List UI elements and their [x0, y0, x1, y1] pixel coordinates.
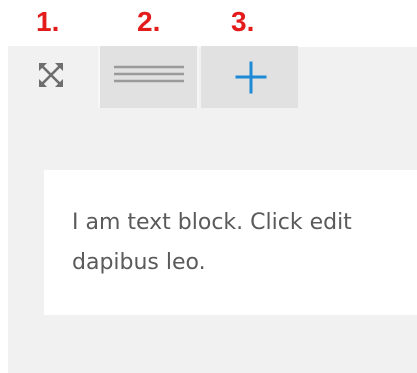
- step-label-1: 1.: [36, 6, 60, 37]
- plus-icon: [235, 61, 267, 94]
- text-block-line-1: I am text block. Click edit: [72, 210, 352, 235]
- drag-handle-icon: [114, 65, 184, 83]
- text-block-line-2: dapibus leo.: [72, 250, 206, 275]
- editor-widget-stage: 1. 2. 3. I am text block. Click edit dap…: [0, 0, 417, 373]
- step-label-2: 2.: [137, 6, 161, 37]
- expand-arrows-icon: [39, 63, 63, 87]
- step-label-3: 3.: [231, 6, 255, 37]
- add-button[interactable]: [201, 46, 298, 108]
- expand-button[interactable]: [8, 46, 98, 108]
- drag-handle-button[interactable]: [98, 46, 199, 108]
- text-block[interactable]: I am text block. Click edit dapibus leo.: [44, 170, 417, 315]
- text-block-content: I am text block. Click edit dapibus leo.: [72, 203, 417, 283]
